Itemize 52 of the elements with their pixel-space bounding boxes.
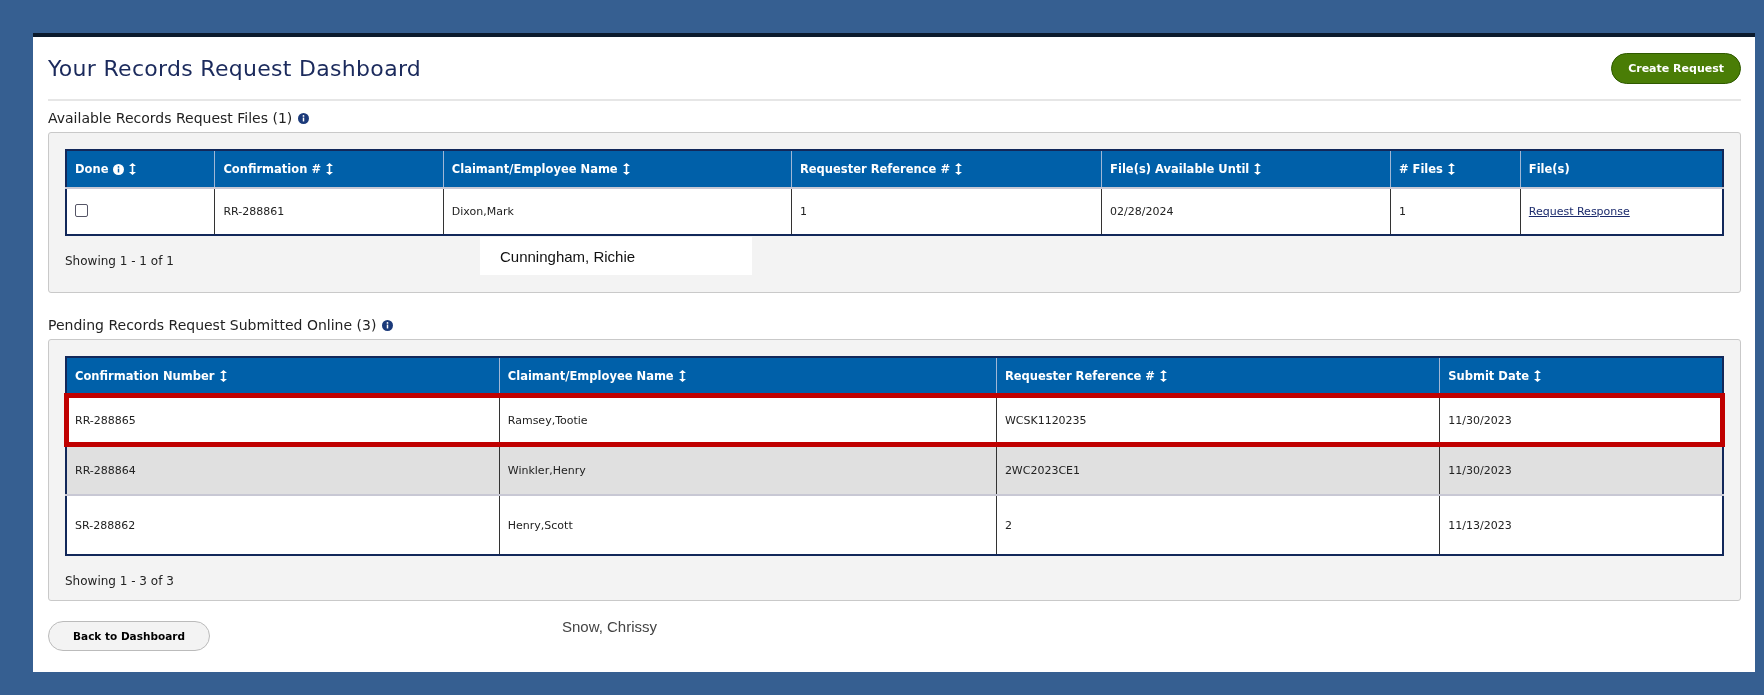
table-cell: 2 [996, 495, 1440, 555]
sort-icon[interactable] [1254, 163, 1262, 175]
name-label: Cunningham, Richie [480, 237, 752, 275]
sort-icon[interactable] [955, 163, 963, 175]
table-cell: WCSK1120235 [996, 395, 1440, 445]
info-icon [382, 319, 394, 331]
column-header[interactable]: Requester Reference # [791, 150, 1102, 188]
request-response-link[interactable]: Request Response [1528, 205, 1630, 218]
info-icon [113, 163, 125, 175]
section-title: Available Records Request Files (1) [48, 110, 293, 126]
column-header[interactable]: Submit Date [1439, 357, 1723, 395]
section-title: Pending Records Request Submitted Online (3) [48, 317, 377, 333]
table-cell: RR-288864 [66, 445, 500, 495]
table-cell: SR-288862 [66, 495, 500, 555]
table-cell: RR-288865 [66, 395, 500, 445]
column-header[interactable]: File(s) [1520, 150, 1723, 188]
sort-icon[interactable] [219, 370, 227, 382]
table-cell: Ramsey,Tootie [499, 395, 997, 445]
done-checkbox[interactable] [75, 203, 88, 217]
table-cell: 11/13/2023 [1439, 495, 1723, 555]
sort-icon[interactable] [678, 370, 686, 382]
column-header[interactable]: Done [66, 150, 215, 188]
sort-icon[interactable] [129, 163, 137, 175]
name-label: Snow, Chrissy [562, 617, 658, 635]
table-cell: 1 [791, 188, 1102, 235]
table-cell: Winkler,Henry [499, 445, 997, 495]
back-to-dashboard-button[interactable]: Back to Dashboard [48, 621, 210, 651]
info-icon [298, 112, 310, 124]
sort-icon[interactable] [1159, 370, 1167, 382]
table-cell: 11/30/2023 [1439, 445, 1723, 495]
page-title: Your Records Request Dashboard [48, 55, 422, 81]
column-header[interactable]: Claimant/Employee Name [499, 357, 997, 395]
sort-icon[interactable] [1533, 370, 1541, 382]
table-cell: Henry,Scott [499, 495, 997, 555]
column-header[interactable]: Requester Reference # [996, 357, 1440, 395]
sort-icon[interactable] [1447, 163, 1455, 175]
table-cell: 11/30/2023 [1439, 395, 1723, 445]
sort-icon[interactable] [622, 163, 630, 175]
table-cell: 1 [1390, 188, 1521, 235]
column-header[interactable]: # Files [1390, 150, 1521, 188]
table-cell: 2WC2023CE1 [996, 445, 1440, 495]
table-cell: RR-288861 [214, 188, 444, 235]
pagination-summary: Showing 1 - 1 of 1 [65, 254, 174, 268]
column-header[interactable]: Confirmation # [214, 150, 444, 188]
column-header[interactable]: Confirmation Number [66, 357, 500, 395]
create-request-button[interactable]: Create Request [1611, 52, 1741, 84]
column-header[interactable]: Claimant/Employee Name [443, 150, 792, 188]
pagination-summary: Showing 1 - 3 of 3 [65, 574, 174, 588]
sort-icon[interactable] [326, 163, 334, 175]
table-cell: 02/28/2024 [1101, 188, 1391, 235]
table-cell: Dixon,Mark [443, 188, 792, 235]
column-header[interactable]: File(s) Available Until [1101, 150, 1391, 188]
